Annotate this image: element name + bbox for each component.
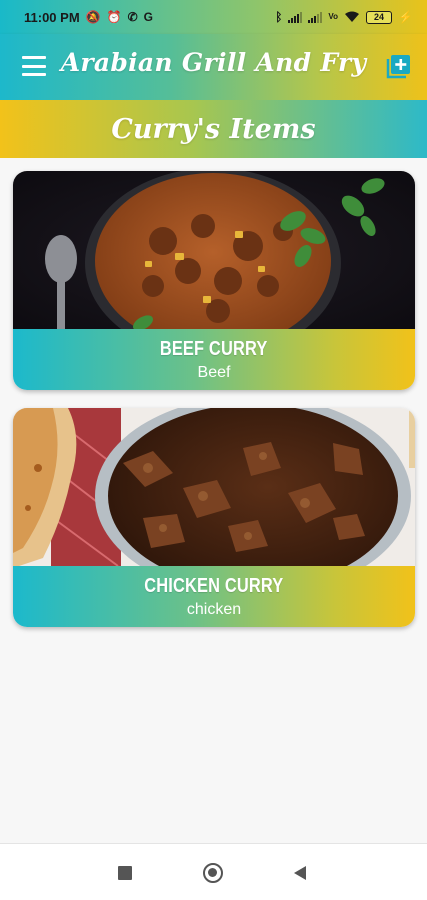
status-bar-right: ᛒ Vo 24 ⚡ <box>275 10 413 24</box>
status-bar-left: 11:00 PM 🔕 ⏰ ✆ G <box>24 10 153 25</box>
beef-curry-photo <box>13 171 415 331</box>
alarm-icon: ⏰ <box>106 10 122 24</box>
section-banner: Curry's Items <box>0 100 427 158</box>
menu-item-name: BEEF CURRY <box>160 337 268 360</box>
menu-item-category: Beef <box>197 363 231 381</box>
signal-icon <box>288 11 303 23</box>
menu-item-category: chicken <box>186 600 242 618</box>
whatsapp-icon: ✆ <box>127 10 138 24</box>
menu-item-card[interactable]: CHICKEN CURRY chicken <box>13 408 415 627</box>
add-box-icon[interactable] <box>385 54 411 80</box>
battery-icon: 24 <box>366 10 393 24</box>
status-time: 11:00 PM <box>24 9 80 25</box>
menu-item-caption: CHICKEN CURRY chicken <box>13 566 415 627</box>
app-bar: Arabian Grill And Fry <box>0 34 427 100</box>
menu-item-name: CHICKEN CURRY <box>144 574 284 597</box>
chicken-curry-photo <box>13 408 415 568</box>
status-bar: 11:00 PM 🔕 ⏰ ✆ G ᛒ Vo 24 ⚡ <box>0 0 427 34</box>
system-nav-bar <box>0 843 427 900</box>
back-button[interactable] <box>294 866 306 880</box>
menu-item-caption: BEEF CURRY Beef <box>13 329 415 390</box>
google-icon: G <box>143 10 153 24</box>
section-title: Curry's Items <box>111 113 316 145</box>
menu-item-card[interactable]: BEEF CURRY Beef <box>13 171 415 390</box>
recents-button[interactable] <box>118 866 132 880</box>
menu-icon[interactable] <box>22 56 46 76</box>
home-button[interactable] <box>203 863 223 883</box>
notification-off-icon: 🔕 <box>85 10 101 24</box>
battery-level: 24 <box>374 12 385 22</box>
bluetooth-icon: ᛒ <box>275 10 283 24</box>
wifi-icon <box>345 11 360 22</box>
app-title: Arabian Grill And Fry <box>60 48 367 77</box>
vowifi-icon: Vo <box>328 12 339 21</box>
charging-icon: ⚡ <box>398 10 413 24</box>
signal-icon <box>308 11 323 23</box>
